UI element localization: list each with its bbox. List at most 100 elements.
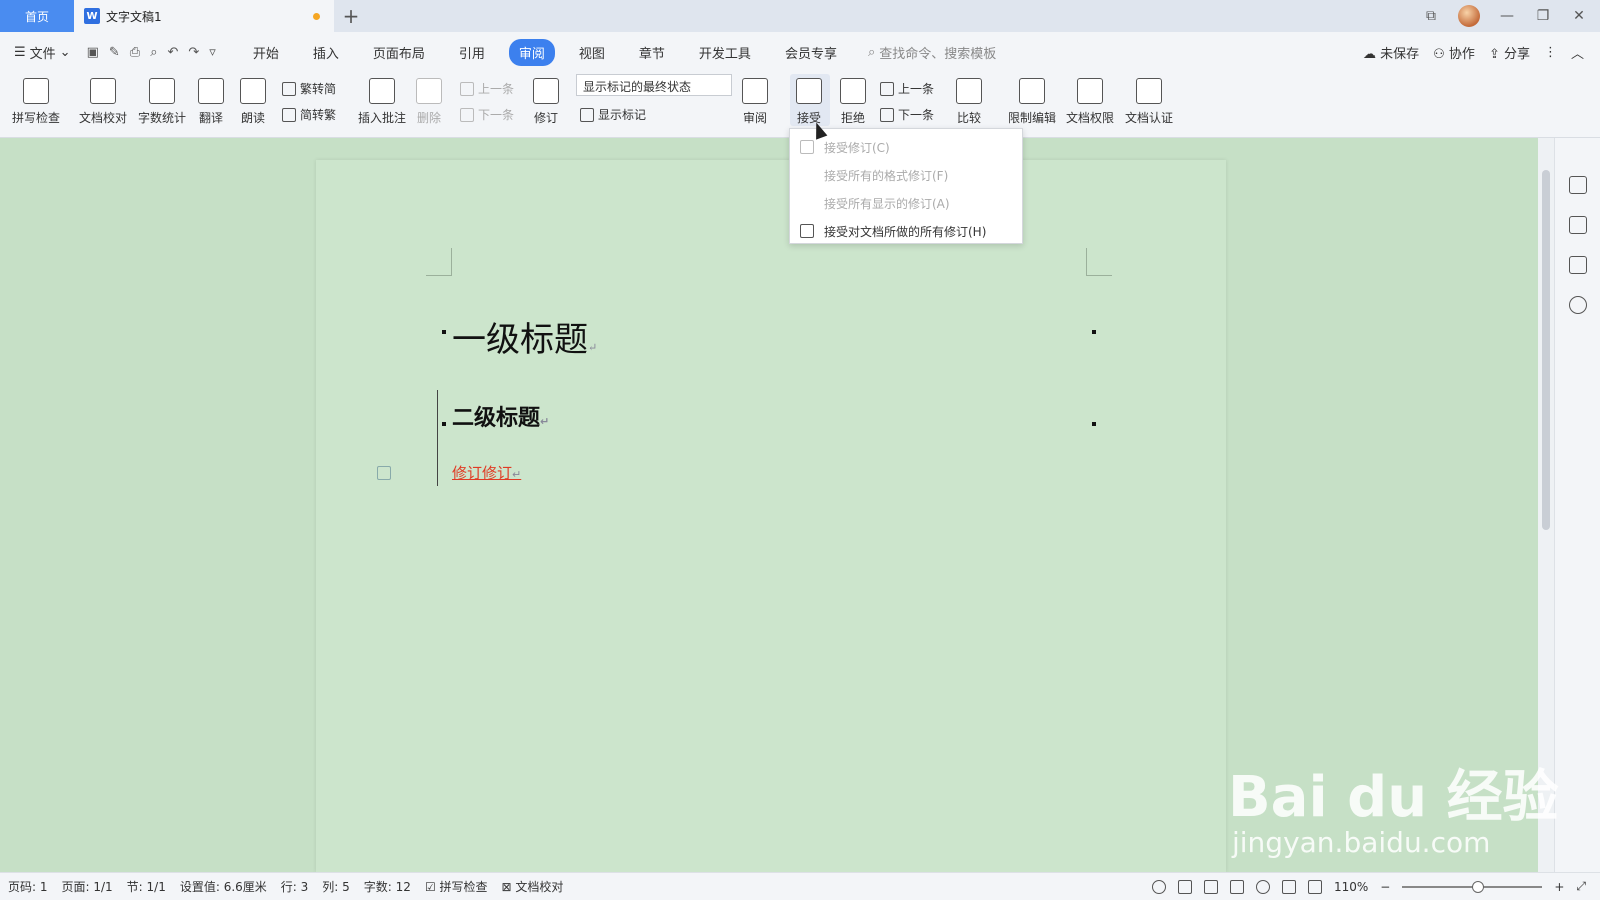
accept-format-revisions-item[interactable]: 接受所有的格式修订(F) [790,161,1022,189]
restrict-edit-button[interactable]: 限制编辑 [1008,78,1056,126]
write-view-icon[interactable] [1281,879,1296,894]
outline-view-icon[interactable] [1203,879,1218,894]
doc-certify-label: 文档认证 [1125,111,1174,125]
compare-icon [956,78,982,104]
undo-icon[interactable]: ↶ [167,45,178,60]
settings-sliders-icon[interactable] [1569,256,1587,274]
unsaved-status[interactable]: ☁ 未保存 [1363,43,1419,62]
command-search[interactable]: ⌕ 查找命令、搜索模板 [868,43,996,62]
customize-icon[interactable]: ▿ [209,45,216,60]
doc-permission-button[interactable]: 文档权限 [1066,78,1114,126]
review-pane-button[interactable]: 审阅 [742,78,768,126]
tab-start[interactable]: 开始 [243,39,289,66]
revision-text[interactable]: 修订修订↵ [452,462,521,483]
select-cursor-icon[interactable] [1569,216,1587,234]
accept-revision-item[interactable]: 接受修订(C) [790,133,1022,161]
insert-comment-button[interactable]: 插入批注 [358,78,406,126]
eye-protection-icon[interactable] [1151,879,1166,894]
prev-comment-button[interactable]: 上一条 [460,80,514,97]
status-col[interactable]: 列: 5 [322,878,350,895]
zoom-in-icon[interactable]: + [1554,880,1564,894]
zoom-out-icon[interactable]: − [1380,880,1390,894]
status-doc-proof[interactable]: ⊠ 文档校对 [502,878,564,895]
minimize-button[interactable]: — [1498,8,1516,24]
file-menu-label: 文件 [29,46,56,62]
tab-member[interactable]: 会员专享 [775,39,847,66]
fit-page-icon[interactable] [1307,879,1322,894]
show-markup-button[interactable]: 显示标记 [580,106,646,123]
tab-chapter[interactable]: 章节 [629,39,675,66]
word-count-button[interactable]: 字数统计 [138,78,186,126]
accept-all-revisions-item[interactable]: 接受对文档所做的所有修订(H) [790,217,1022,245]
trad-to-simp-button[interactable]: 繁转简 [282,80,336,97]
translate-button[interactable]: 翻译 [198,78,224,126]
accept-shown-revisions-item[interactable]: 接受所有显示的修订(A) [790,189,1022,217]
status-row[interactable]: 行: 3 [281,878,309,895]
web-view-icon[interactable] [1255,879,1270,894]
window-layout-icon[interactable]: ⧉ [1422,8,1440,24]
reject-button[interactable]: 拒绝 [840,78,866,126]
tab-developer[interactable]: 开发工具 [689,39,761,66]
new-tab-button[interactable]: + [334,0,368,32]
status-pages[interactable]: 页面: 1/1 [62,878,113,895]
trad-simp-icon [282,81,296,96]
zoom-slider-knob[interactable] [1472,880,1485,893]
margin-corner-top-right [1086,248,1112,276]
share-button[interactable]: ⇪ 分享 [1489,43,1530,62]
page-view-icon[interactable] [1177,879,1192,894]
home-tab[interactable]: 首页 [0,0,74,32]
next-revision-button[interactable]: 下一条 [880,106,934,123]
status-wordcount[interactable]: 字数: 12 [364,878,411,895]
delete-comment-button[interactable]: 删除 [416,78,442,126]
fullscreen-icon[interactable]: ⤢ [1576,879,1586,894]
close-button[interactable]: ✕ [1570,8,1588,24]
scrollbar-thumb[interactable] [1542,170,1550,530]
track-changes-button[interactable]: 修订 [533,78,559,126]
status-setting[interactable]: 设置值: 6.6厘米 [180,878,267,895]
tab-view[interactable]: 视图 [569,39,615,66]
prev-revision-button[interactable]: 上一条 [880,80,934,97]
status-spell-check[interactable]: ☑ 拼写检查 [425,878,488,895]
pen-icon[interactable] [1569,176,1587,194]
simp-to-trad-button[interactable]: 简转繁 [282,106,336,123]
spell-check-button[interactable]: 拼写检查 [12,78,60,126]
accept-button[interactable]: 接受 [796,78,822,126]
zoom-level[interactable]: 110% [1334,880,1368,894]
print-icon[interactable]: ⎙ [130,45,140,60]
print-preview-icon[interactable]: ⌕ [150,45,157,60]
tab-review[interactable]: 审阅 [508,38,555,66]
document-tab[interactable]: W 文字文稿1 [74,0,334,32]
next-revision-label: 下一条 [898,108,935,122]
redo-icon[interactable]: ↷ [188,45,199,60]
tab-insert[interactable]: 插入 [303,39,349,66]
tab-references[interactable]: 引用 [449,39,495,66]
review-pane-icon [742,78,768,104]
markup-state-select[interactable]: 显示标记的最终状态 [576,74,732,96]
tab-page-layout[interactable]: 页面布局 [363,39,435,66]
lock-icon [1019,78,1045,104]
file-menu[interactable]: ☰ 文件 ⌄ [14,43,71,62]
more-icon[interactable]: ⋮ [1544,45,1557,60]
document-tab-title: 文字文稿1 [106,9,162,24]
format-painter-icon[interactable]: ✎ [109,45,120,60]
avatar[interactable] [1458,5,1480,27]
status-doc-proof-label: 文档校对 [515,880,564,894]
doc-proof-button[interactable]: 文档校对 [79,78,127,126]
zoom-slider[interactable] [1402,880,1543,893]
reading-view-icon[interactable] [1229,879,1244,894]
revision-balloon-icon[interactable] [377,466,391,480]
save-icon[interactable]: ▣ [87,45,99,60]
doc-certify-button[interactable]: 文档认证 [1125,78,1173,126]
status-page-number[interactable]: 页码: 1 [8,878,48,895]
help-icon[interactable] [1569,296,1587,314]
restore-button[interactable]: ❐ [1534,8,1552,24]
heading-2[interactable]: 二级标题↵ [452,400,549,432]
compare-button[interactable]: 比较 [956,78,982,126]
heading-1[interactable]: 一级标题↵ [452,312,597,361]
next-comment-label: 下一条 [478,108,515,122]
read-aloud-button[interactable]: 朗读 [240,78,266,126]
collab-button[interactable]: ⚇ 协作 [1433,43,1475,62]
next-comment-button[interactable]: 下一条 [460,106,514,123]
status-section[interactable]: 节: 1/1 [127,878,166,895]
collapse-ribbon-icon[interactable]: ︿ [1571,43,1584,62]
